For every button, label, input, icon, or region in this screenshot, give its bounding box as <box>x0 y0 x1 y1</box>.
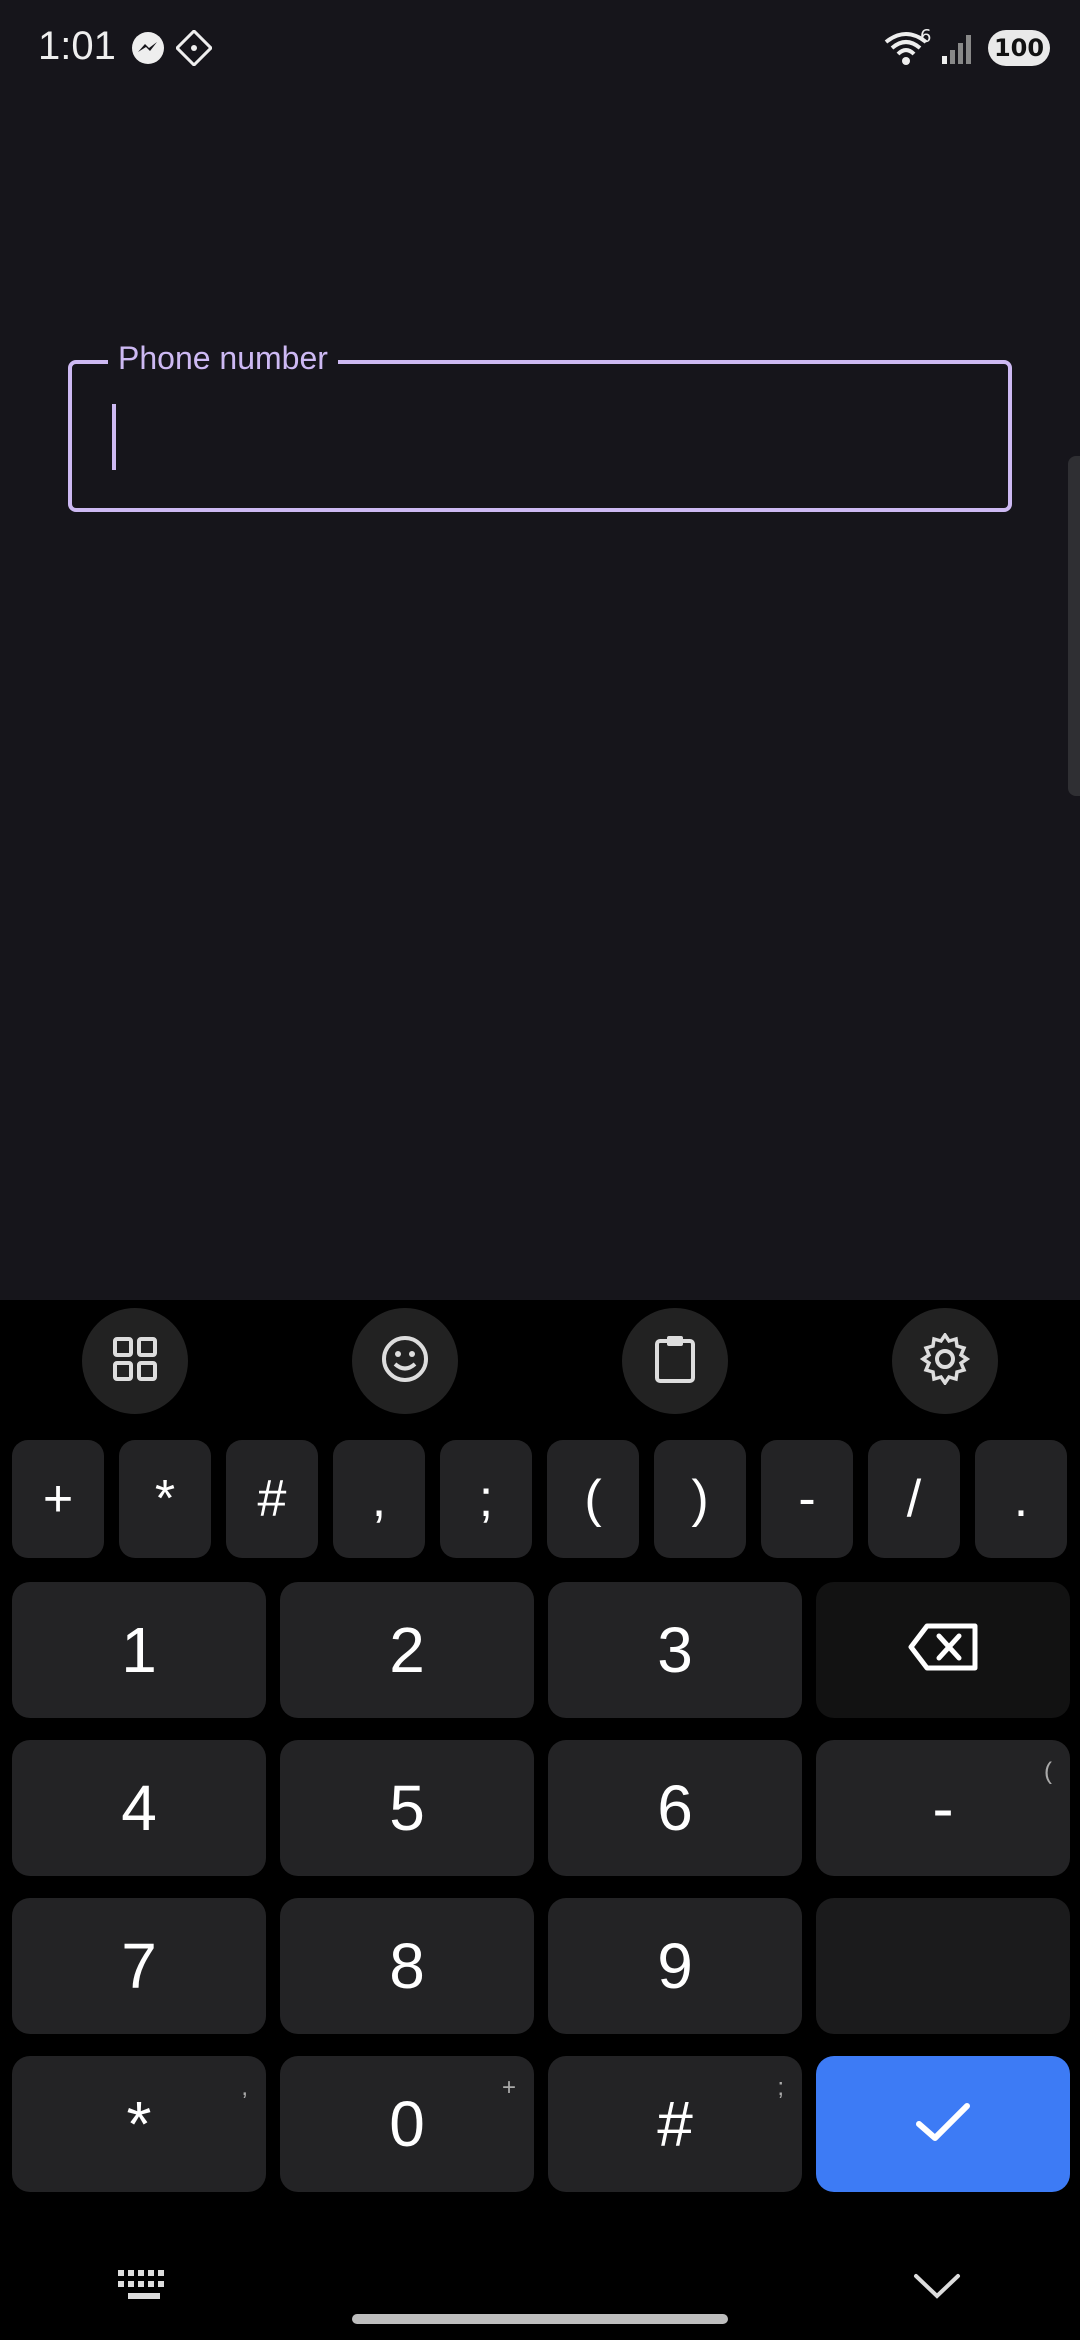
star-hint: , <box>241 2074 248 2101</box>
wifi-badge: 6 <box>920 26 932 47</box>
key-9[interactable]: 9 <box>548 1898 802 2034</box>
key-8[interactable]: 8 <box>280 1898 534 2034</box>
backspace-button[interactable] <box>816 1582 1070 1718</box>
hide-keyboard-icon[interactable] <box>912 2270 962 2304</box>
key-slash[interactable]: / <box>868 1440 960 1558</box>
star-label: * <box>126 2088 152 2160</box>
key-4[interactable]: 4 <box>12 1740 266 1876</box>
key-star[interactable]: * , <box>12 2056 266 2192</box>
status-bar: 1:01 6 100 <box>0 0 1080 100</box>
key-6[interactable]: 6 <box>548 1740 802 1876</box>
key-open-paren[interactable]: ( <box>547 1440 639 1558</box>
key-5[interactable]: 5 <box>280 1740 534 1876</box>
key-plus[interactable]: + <box>12 1440 104 1558</box>
keyboard-switch-icon[interactable] <box>118 2268 170 2308</box>
key-dash[interactable]: - ( <box>816 1740 1070 1876</box>
signal-icon <box>940 30 976 70</box>
key-comma[interactable]: , <box>333 1440 425 1558</box>
zero-hint: + <box>501 2074 516 2101</box>
checkmark-icon <box>913 2087 973 2161</box>
key-asterisk[interactable]: * <box>119 1440 211 1558</box>
keyboard: + * # , ; ( ) - / . 1 2 3 4 5 6 - ( 7 8 … <box>0 1300 1080 2340</box>
dash-hint: ( <box>1044 1758 1052 1785</box>
key-3[interactable]: 3 <box>548 1582 802 1718</box>
home-indicator[interactable] <box>352 2314 728 2324</box>
keyboard-bottom-bar <box>0 2240 1080 2340</box>
key-2[interactable]: 2 <box>280 1582 534 1718</box>
gear-icon <box>919 1331 971 1389</box>
key-close-paren[interactable]: ) <box>654 1440 746 1558</box>
scrollbar-thumb[interactable] <box>1068 456 1080 796</box>
apps-grid-button[interactable] <box>82 1308 188 1414</box>
messenger-icon <box>130 30 166 70</box>
backspace-icon <box>907 1613 979 1687</box>
key-0[interactable]: 0 + <box>280 2056 534 2192</box>
key-minus[interactable]: - <box>761 1440 853 1558</box>
battery-indicator: 100 <box>988 30 1050 66</box>
blank-key <box>816 1898 1070 2034</box>
zero-label: 0 <box>389 2088 425 2160</box>
grid-icon <box>111 1335 159 1387</box>
clipboard-icon <box>651 1333 699 1389</box>
key-hash[interactable]: # <box>226 1440 318 1558</box>
phone-number-field[interactable]: Phone number <box>68 340 1012 512</box>
phone-number-input[interactable] <box>124 394 988 482</box>
text-cursor <box>112 404 116 470</box>
app-notification-icon <box>174 28 214 70</box>
confirm-button[interactable] <box>816 2056 1070 2192</box>
key-1[interactable]: 1 <box>12 1582 266 1718</box>
phone-number-label: Phone number <box>108 340 338 377</box>
clipboard-button[interactable] <box>622 1308 728 1414</box>
key-semicolon[interactable]: ; <box>440 1440 532 1558</box>
emoji-icon <box>379 1333 431 1389</box>
status-time: 1:01 <box>38 24 116 68</box>
hash-label: # <box>657 2088 693 2160</box>
app-content: Phone number <box>0 100 1080 1300</box>
settings-button[interactable] <box>892 1308 998 1414</box>
key-hash-main[interactable]: # ; <box>548 2056 802 2192</box>
emoji-button[interactable] <box>352 1308 458 1414</box>
hash-hint: ; <box>777 2074 784 2101</box>
dash-label: - <box>932 1772 954 1844</box>
key-7[interactable]: 7 <box>12 1898 266 2034</box>
key-period[interactable]: . <box>975 1440 1067 1558</box>
